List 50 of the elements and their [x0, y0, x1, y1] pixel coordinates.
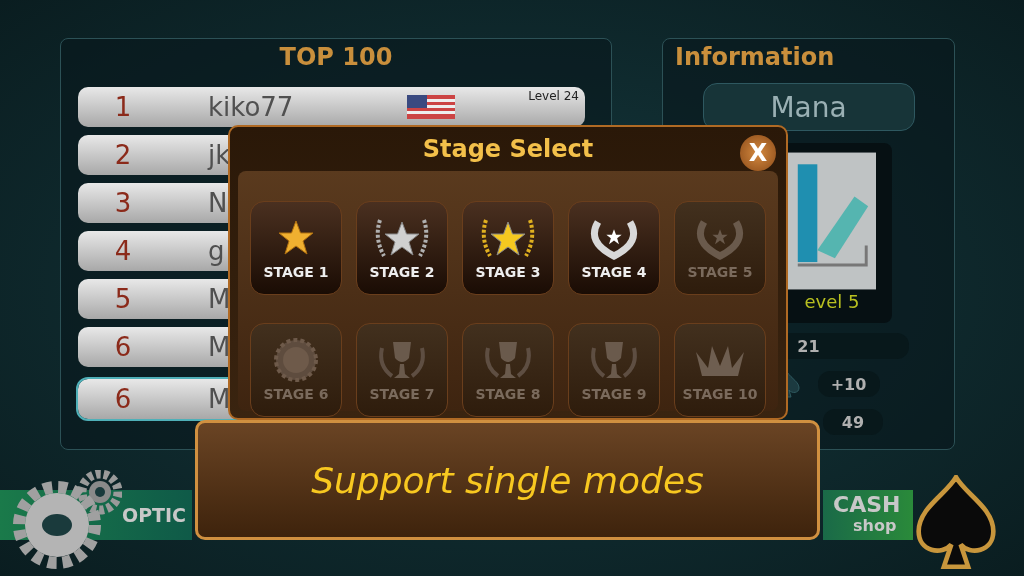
- leaderboard-row[interactable]: 1 kiko77 Level 24: [78, 87, 585, 127]
- rank-number: 1: [113, 92, 133, 122]
- stage-tile[interactable]: STAGE 4: [568, 201, 660, 295]
- level-label: Level 24: [528, 89, 579, 103]
- player-name-field: Mana: [702, 83, 915, 131]
- rank-number: 2: [113, 140, 133, 170]
- stage-tile[interactable]: STAGE 8: [462, 323, 554, 417]
- stage-tile[interactable]: STAGE 10: [674, 323, 766, 417]
- player-name: M: [208, 384, 231, 414]
- stage-tile[interactable]: STAGE 2: [356, 201, 448, 295]
- stage-label: STAGE 8: [475, 386, 541, 402]
- stage-tile[interactable]: STAGE 7: [356, 323, 448, 417]
- options-label: OPTIC: [122, 504, 187, 526]
- stage-tile[interactable]: STAGE 3: [462, 201, 554, 295]
- stage-label: STAGE 5: [687, 264, 753, 280]
- player-name: M: [208, 332, 231, 362]
- close-button[interactable]: X: [740, 135, 776, 171]
- cash-shop-button[interactable]: CASH shop: [823, 490, 913, 540]
- player-name: N: [208, 188, 228, 218]
- stage-label: STAGE 4: [581, 264, 647, 280]
- rank-number: 6: [113, 384, 133, 414]
- stage-label: STAGE 10: [682, 386, 758, 402]
- level-label: evel 5: [804, 291, 860, 312]
- rank-number: 4: [113, 236, 133, 266]
- stage-tile[interactable]: STAGE 9: [568, 323, 660, 417]
- caption-text: Support single modes: [311, 459, 704, 501]
- cash-label: CASH: [833, 492, 901, 517]
- player-name: kiko77: [208, 92, 294, 122]
- player-name: g: [208, 236, 225, 266]
- stage-label: STAGE 7: [369, 386, 435, 402]
- player-name: jk: [208, 140, 231, 170]
- dialog-title: Stage Select: [422, 135, 594, 163]
- stage-label: STAGE 9: [581, 386, 647, 402]
- gears-icon: [12, 470, 122, 570]
- panel-title: TOP 100: [278, 42, 394, 73]
- stage-tile[interactable]: STAGE 5: [674, 201, 766, 295]
- rank-number: 6: [113, 332, 133, 362]
- stage-label: STAGE 2: [369, 264, 435, 280]
- stage-tile[interactable]: STAGE 6: [250, 323, 342, 417]
- chips-value: 49: [823, 409, 883, 435]
- shop-label: shop: [853, 516, 897, 535]
- stage-tile[interactable]: STAGE 1: [250, 201, 342, 295]
- player-name: M: [208, 284, 231, 314]
- stage-label: STAGE 6: [263, 386, 329, 402]
- stage-label: STAGE 3: [475, 264, 541, 280]
- bonus-badge: +10: [817, 371, 880, 397]
- panel-title: Information: [675, 42, 835, 73]
- stage-label: STAGE 1: [263, 264, 329, 280]
- rank-number: 5: [113, 284, 133, 314]
- rank-number: 3: [113, 188, 133, 218]
